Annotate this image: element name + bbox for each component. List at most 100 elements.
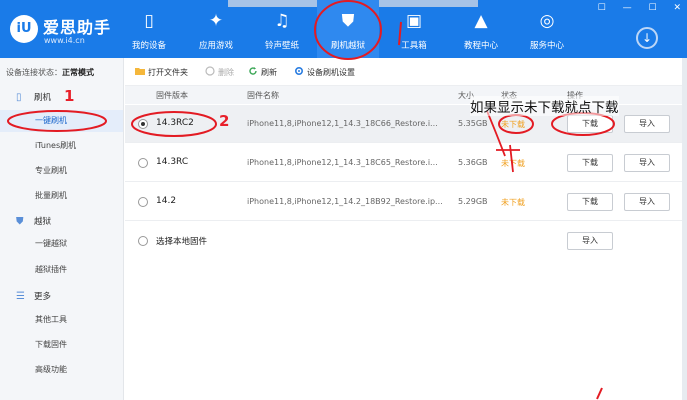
window-controls: ☐ — ☐ ✕ [584, 3, 681, 13]
device-flash-settings-button[interactable]: 设备刷机设置 [294, 66, 355, 78]
nav-ringtones-wallpapers[interactable]: ♫ 铃声壁纸 [251, 0, 313, 58]
shield-icon: ⛊ [341, 11, 355, 31]
sidebar-item-one-click-flash[interactable]: 一键刷机 [0, 110, 123, 132]
button-label: 刷新 [261, 68, 277, 77]
sidebar-section-jailbreak[interactable]: ⛊ 越狱 [16, 215, 51, 227]
firmware-file: iPhone11,8,iPhone12,1_14.3_18C66_Restore… [247, 119, 438, 128]
sidebar-item-jailbreak-plugins[interactable]: 越狱插件 [0, 259, 123, 281]
sidebar-item-itunes-flash[interactable]: iTunes刷机 [0, 135, 123, 157]
button-label: 删除 [218, 68, 234, 77]
download-manager-icon[interactable]: ↓ [636, 27, 658, 49]
phone-icon: ▯ [144, 11, 154, 31]
graduation-cap-icon: ▲ [474, 11, 488, 31]
sidebar-section-flash[interactable]: ▯ 刷机 [16, 91, 51, 103]
import-button[interactable]: 导入 [624, 115, 670, 133]
window-edge [682, 58, 687, 400]
annotation-mark-1: 1 [64, 87, 75, 105]
sidebar-item-batch-flash[interactable]: 批量刷机 [0, 185, 123, 207]
nav-label: 刷机越狱 [330, 41, 365, 51]
download-button[interactable]: 下载 [567, 193, 613, 211]
nav-label: 工具箱 [401, 41, 427, 51]
firmware-version: 14.3RC [156, 157, 189, 167]
local-firmware-radio[interactable] [138, 236, 148, 246]
folder-icon [135, 68, 145, 75]
firmware-version: 14.3RC2 [156, 118, 194, 128]
local-import-button[interactable]: 导入 [567, 232, 613, 250]
section-label: 越狱 [34, 217, 52, 227]
top-bar: iU 爱思助手 www.i4.cn ▯ 我的设备 ✦ 应用游戏 ♫ 铃声壁纸 ⛊… [0, 0, 687, 58]
import-button[interactable]: 导入 [624, 154, 670, 172]
local-firmware-label: 选择本地固件 [156, 237, 208, 247]
status-label: 设备连接状态： [6, 68, 62, 77]
jailbreak-icon: ⛊ [16, 216, 24, 227]
flash-device-icon: ▯ [16, 92, 22, 103]
button-label: 设备刷机设置 [307, 68, 355, 77]
nav-label: 应用游戏 [198, 41, 233, 51]
firmware-status: 未下载 [501, 159, 525, 168]
delete-icon [205, 66, 215, 76]
compass-icon: ◎ [539, 11, 555, 31]
toolbar: 打开文件夹 删除 刷新 设备刷机设置 [125, 58, 687, 86]
open-folder-button[interactable]: 打开文件夹 [135, 66, 188, 78]
menu-icon: ☰ [16, 291, 25, 302]
refresh-button[interactable]: 刷新 [248, 66, 277, 78]
close-icon[interactable]: ✕ [673, 3, 681, 13]
download-button[interactable]: 下载 [567, 115, 613, 133]
content-empty-area [125, 258, 687, 400]
firmware-status: 未下载 [501, 120, 525, 129]
nav-label: 教程中心 [463, 41, 498, 51]
table-row[interactable]: 14.2 iPhone11,8,iPhone12,1_14.2_18B92_Re… [125, 183, 687, 221]
maximize-icon[interactable]: ☐ [649, 3, 657, 13]
gear-icon [294, 66, 304, 76]
sidebar-item-download-firmware[interactable]: 下载固件 [0, 334, 123, 356]
download-button[interactable]: 下载 [567, 154, 613, 172]
annotation-mark-2: 2 [219, 112, 230, 130]
app-logo-icon: iU [10, 15, 38, 43]
firmware-radio[interactable] [138, 119, 148, 129]
nav-service-center[interactable]: ◎ 服务中心 [516, 0, 578, 58]
button-label: 打开文件夹 [148, 68, 188, 77]
nav-flash-jailbreak[interactable]: ⛊ 刷机越狱 [317, 0, 379, 58]
device-status: 设备连接状态：正常模式 [6, 67, 94, 78]
firmware-size: 5.35GB [458, 119, 488, 128]
app-url: www.i4.cn [44, 36, 85, 45]
nav-label: 我的设备 [131, 41, 166, 51]
firmware-radio[interactable] [138, 158, 148, 168]
toolbox-icon: ▣ [405, 11, 423, 31]
nav-tutorials[interactable]: ▲ 教程中心 [450, 0, 512, 58]
section-label: 刷机 [34, 93, 52, 103]
section-label: 更多 [34, 292, 52, 302]
delete-button[interactable]: 删除 [205, 66, 234, 78]
import-button[interactable]: 导入 [624, 193, 670, 211]
table-row[interactable]: 14.3RC iPhone11,8,iPhone12,1_14.3_18C65_… [125, 144, 687, 182]
minimize-icon[interactable]: — [623, 3, 632, 13]
sidebar-item-advanced[interactable]: 高级功能 [0, 359, 123, 381]
firmware-size: 5.29GB [458, 197, 488, 206]
firmware-radio[interactable] [138, 197, 148, 207]
nav-my-device[interactable]: ▯ 我的设备 [118, 0, 180, 58]
skin-icon[interactable]: ☐ [598, 3, 606, 13]
annotation-note: 如果显示未下载就点下载 [470, 96, 619, 116]
firmware-size: 5.36GB [458, 158, 488, 167]
nav-label: 铃声壁纸 [264, 41, 299, 51]
firmware-file: iPhone11,8,iPhone12,1_14.3_18C65_Restore… [247, 158, 438, 167]
sidebar-item-other-tools[interactable]: 其他工具 [0, 309, 123, 331]
firmware-status: 未下载 [501, 198, 525, 207]
firmware-version: 14.2 [156, 196, 177, 206]
firmware-file: iPhone11,8,iPhone12,1_14.2_18B92_Restore… [247, 197, 443, 206]
nav-label: 服务中心 [529, 41, 564, 51]
music-icon: ♫ [274, 11, 290, 31]
sidebar-item-pro-flash[interactable]: 专业刷机 [0, 160, 123, 182]
app-name: 爱思助手 [43, 18, 112, 37]
sidebar-section-more[interactable]: ☰ 更多 [16, 290, 51, 302]
nav-toolbox[interactable]: ▣ 工具箱 [383, 0, 445, 58]
local-firmware-row[interactable]: 选择本地固件 导入 [125, 222, 687, 260]
sidebar: 设备连接状态：正常模式 ▯ 刷机 一键刷机 iTunes刷机 专业刷机 批量刷机 … [0, 58, 124, 400]
refresh-icon [249, 67, 257, 75]
sidebar-item-one-click-jailbreak[interactable]: 一键越狱 [0, 233, 123, 255]
nav-apps-games[interactable]: ✦ 应用游戏 [185, 0, 247, 58]
status-value: 正常模式 [62, 68, 94, 77]
header-version: 固件版本 [156, 91, 188, 100]
header-name: 固件名称 [247, 91, 279, 100]
app-store-icon: ✦ [208, 11, 224, 31]
